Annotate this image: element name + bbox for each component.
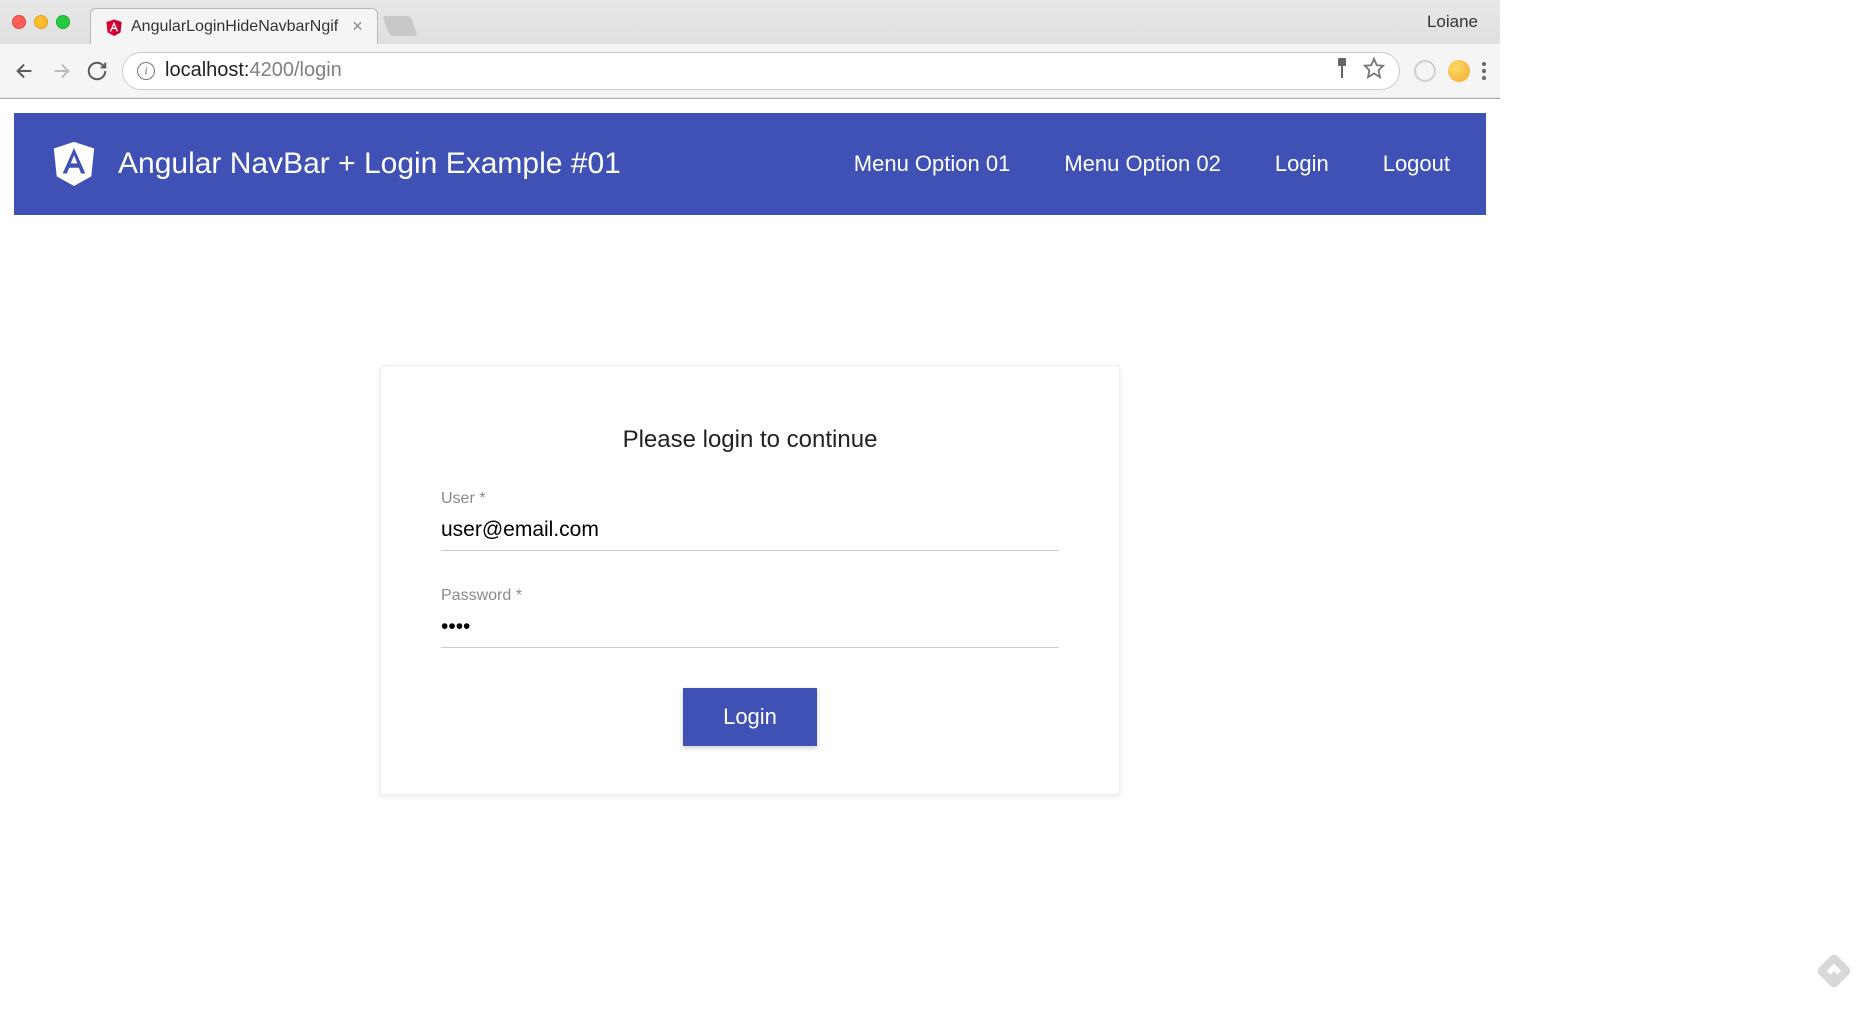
forward-button[interactable] [50,60,72,82]
tab-title: AngularLoginHideNavbarNgif [131,18,338,36]
user-input[interactable] [441,514,1059,551]
browser-chrome: AngularLoginHideNavbarNgif × Loiane i lo… [0,0,1500,99]
browser-menu-icon[interactable] [1482,62,1486,80]
back-button[interactable] [14,60,36,82]
user-label: User * [441,490,1059,508]
page-content: Angular NavBar + Login Example #01 Menu … [0,99,1500,809]
url-text: localhost:4200/login [165,59,342,82]
browser-tab[interactable]: AngularLoginHideNavbarNgif × [90,8,378,44]
reload-button[interactable] [86,60,108,82]
maximize-window-button[interactable] [56,15,70,29]
nav-login[interactable]: Login [1275,151,1329,177]
url-input[interactable]: i localhost:4200/login [122,52,1400,90]
close-window-button[interactable] [12,15,26,29]
address-bar: i localhost:4200/login [0,44,1500,98]
password-label: Password * [441,587,1059,605]
url-path: 4200/login [250,59,342,81]
nav-menu-option-01[interactable]: Menu Option 01 [854,151,1011,177]
feedly-icon[interactable] [1816,953,1852,994]
bookmark-star-icon[interactable] [1363,57,1385,85]
login-button[interactable]: Login [683,688,817,746]
app-navbar: Angular NavBar + Login Example #01 Menu … [14,113,1486,215]
site-info-icon[interactable]: i [137,62,155,80]
navbar-links: Menu Option 01 Menu Option 02 Login Logo… [854,151,1450,177]
close-tab-icon[interactable]: × [352,16,363,37]
new-tab-button[interactable] [382,16,417,36]
tab-bar: AngularLoginHideNavbarNgif × Loiane [0,0,1500,44]
url-actions [1335,57,1385,85]
password-input[interactable] [441,611,1059,648]
navbar-title: Angular NavBar + Login Example #01 [118,147,621,181]
url-host: localhost: [165,59,250,81]
login-card: Please login to continue User * Password… [380,365,1120,795]
angular-icon [105,18,123,36]
nav-menu-option-02[interactable]: Menu Option 02 [1064,151,1221,177]
user-field: User * [441,490,1059,551]
window-controls [12,15,70,29]
login-heading: Please login to continue [441,426,1059,454]
save-password-icon[interactable] [1335,58,1349,84]
angular-logo-icon [50,138,98,191]
nav-logout[interactable]: Logout [1383,151,1450,177]
extensions [1414,60,1486,82]
extension-1-icon[interactable] [1414,60,1436,82]
password-field: Password * [441,587,1059,648]
minimize-window-button[interactable] [34,15,48,29]
profile-label[interactable]: Loiane [1427,12,1488,32]
extension-2-icon[interactable] [1448,60,1470,82]
